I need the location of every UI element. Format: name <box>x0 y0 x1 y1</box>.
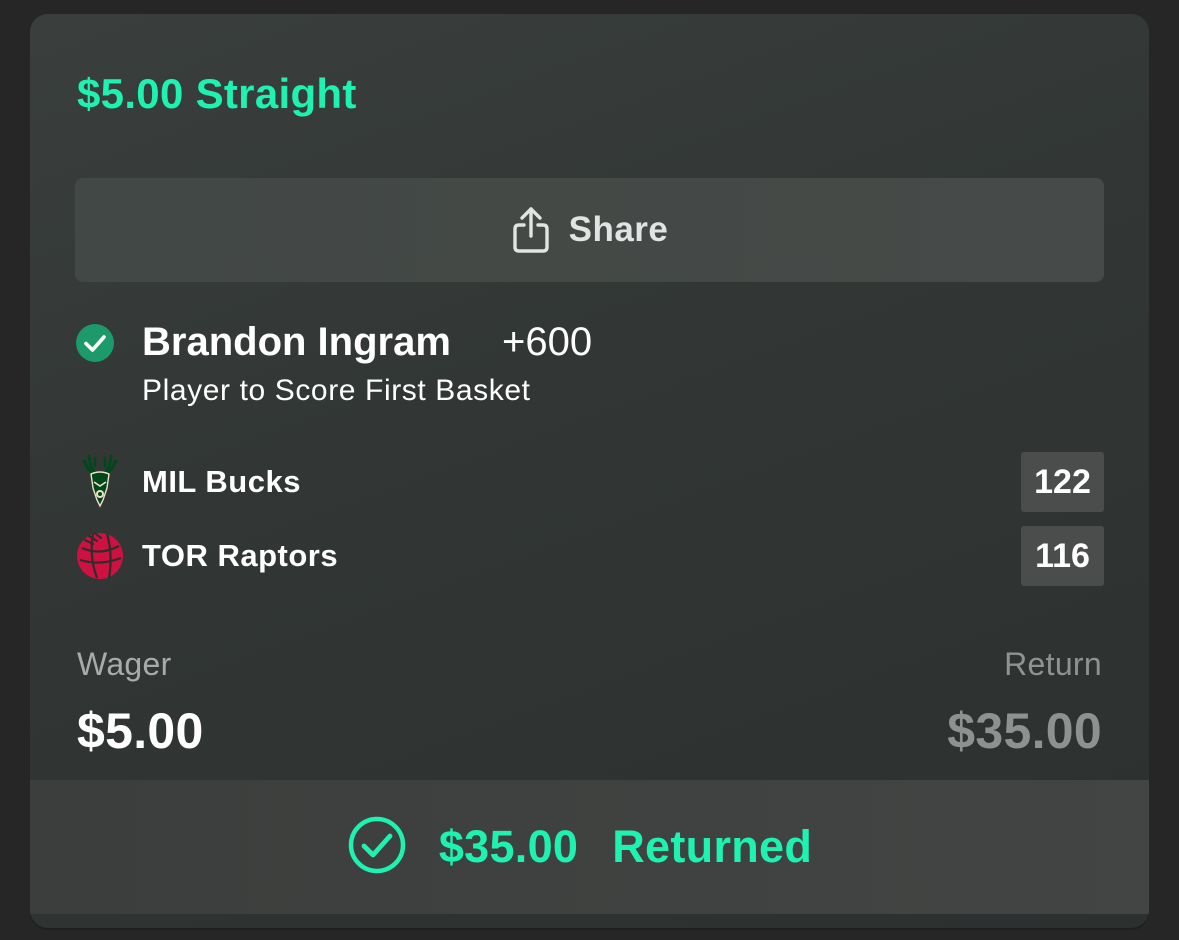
returned-status: Returned <box>612 821 813 872</box>
team-row-raptors: TOR Raptors 116 <box>75 526 1104 586</box>
share-button[interactable]: Share <box>75 178 1104 282</box>
wager-label: Wager <box>77 646 172 682</box>
check-circle-icon <box>347 815 407 880</box>
share-label: Share <box>568 210 669 249</box>
check-circle-icon <box>75 323 115 363</box>
returned-amount: $35.00 <box>438 821 579 872</box>
team-name: MIL Bucks <box>142 464 301 499</box>
bucks-logo <box>75 452 125 512</box>
selection-odds: +600 <box>502 320 593 364</box>
return-label: Return <box>1004 646 1102 682</box>
player-name: Brandon Ingram <box>142 320 451 364</box>
share-icon <box>511 206 551 254</box>
team-score: 122 <box>1021 452 1104 512</box>
return-value: $35.00 <box>947 703 1102 759</box>
bet-card: $5.00 Straight Share Brandon Ingram +600… <box>30 14 1149 928</box>
team-score: 116 <box>1021 526 1104 586</box>
wager-value: $5.00 <box>77 703 204 759</box>
market-name: Player to Score First Basket <box>142 374 531 407</box>
team-name: TOR Raptors <box>142 538 339 573</box>
team-row-bucks: MIL Bucks 122 <box>75 452 1104 512</box>
raptors-logo <box>75 526 125 586</box>
returned-banner-content: $35.00 Returned <box>347 815 812 880</box>
bet-title: $5.00 Straight <box>77 70 357 117</box>
returned-banner: $35.00 Returned <box>30 780 1149 914</box>
